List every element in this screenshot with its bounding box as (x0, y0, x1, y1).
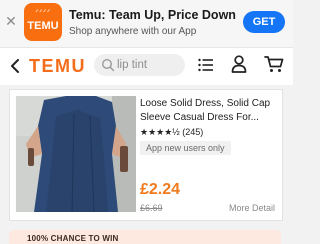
banner-subtitle: Shop anywhere with our App (69, 26, 197, 37)
rating-stars: ★★★★½ (140, 127, 180, 137)
app-icon-decoration: ᐟᐟᐟᐟ (35, 8, 51, 17)
search-icon (101, 58, 115, 72)
promo-text: 100% CHANCE TO WIN (27, 234, 119, 243)
account-icon[interactable] (231, 55, 247, 73)
back-arrow-icon[interactable] (9, 58, 21, 74)
app-banner: ✕ ᐟᐟᐟᐟ TEMU Temu: Team Up, Price Down Sh… (0, 0, 293, 48)
more-detail-link[interactable]: More Detail (229, 203, 275, 213)
promo-banner[interactable]: 100% CHANCE TO WIN (9, 230, 281, 244)
product-price: £2.24 (140, 181, 181, 198)
app-icon-label: TEMU (27, 20, 59, 32)
rating-count: (245) (182, 127, 204, 137)
close-icon[interactable]: ✕ (5, 14, 17, 28)
dress-photo (16, 96, 136, 212)
new-user-tag: App new users only (140, 141, 231, 155)
product-title[interactable]: Loose Solid Dress, Solid Cap Sleeve Casu… (140, 97, 278, 124)
cart-icon[interactable] (264, 55, 284, 73)
product-card[interactable]: Loose Solid Dress, Solid Cap Sleeve Casu… (9, 89, 283, 221)
get-app-button[interactable]: GET (243, 11, 285, 33)
search-input[interactable]: lip tint (94, 54, 185, 76)
product-image[interactable] (16, 96, 136, 212)
temu-logo[interactable]: TEMU (29, 56, 86, 76)
product-rating: ★★★★½ (245) (140, 127, 203, 138)
temu-app-icon[interactable]: ᐟᐟᐟᐟ TEMU (24, 3, 62, 41)
banner-title: Temu: Team Up, Price Down (69, 8, 236, 22)
top-nav: TEMU lip tint (0, 48, 293, 85)
search-placeholder: lip tint (117, 59, 148, 71)
original-price: £6.69 (140, 203, 163, 213)
menu-list-icon[interactable] (198, 57, 214, 73)
